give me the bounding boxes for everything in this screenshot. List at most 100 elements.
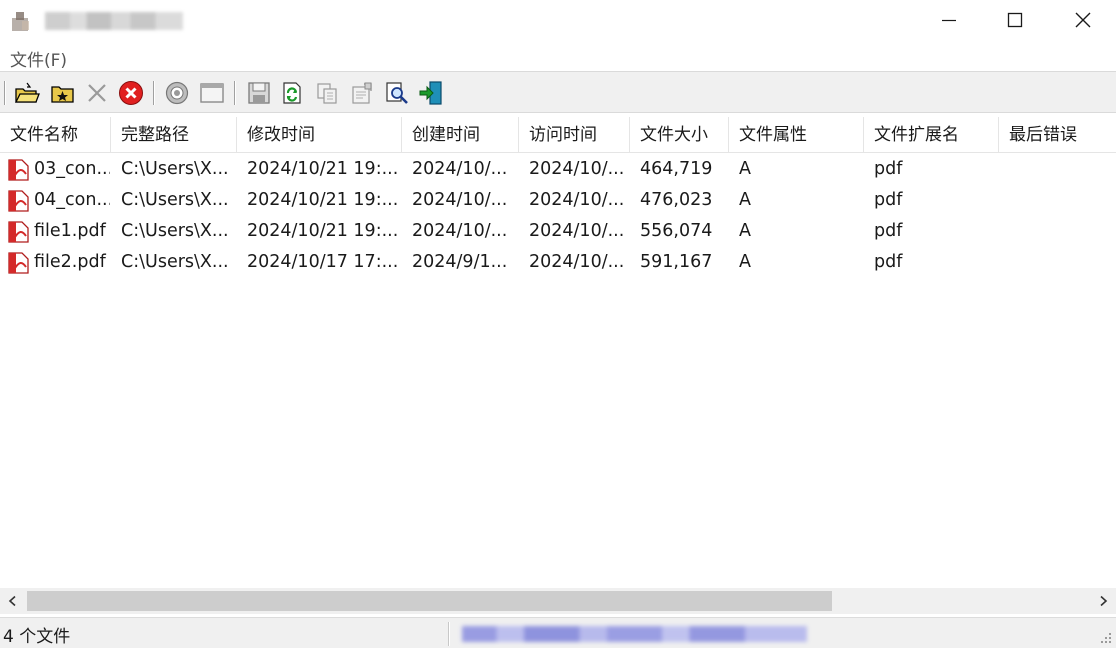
find-button[interactable] (384, 80, 410, 106)
window-title (45, 12, 183, 30)
cell-file-size: 556,074 (640, 221, 713, 241)
pdf-file-icon (8, 252, 29, 274)
find-icon (386, 82, 408, 104)
cell-file-extension: pdf (874, 221, 903, 241)
status-separator (448, 622, 450, 646)
cell-modified-time: 2024/10/21 19:... (247, 190, 399, 210)
chevron-left-icon (8, 595, 16, 607)
scroll-left-button[interactable] (0, 588, 26, 614)
cell-created-time: 2024/10/... (412, 221, 508, 241)
remove-button[interactable] (84, 80, 110, 106)
exit-button[interactable] (418, 80, 444, 106)
cell-file-attributes: A (739, 159, 751, 179)
exit-icon (419, 81, 442, 105)
cell-file-name: 03_con... (34, 159, 110, 179)
maximize-button[interactable] (982, 0, 1048, 40)
cell-full-path: C:\Users\X... (121, 252, 229, 272)
favorite-folder-button[interactable] (50, 80, 76, 106)
cell-file-attributes: A (739, 221, 751, 241)
cell-last-error (1009, 216, 1113, 247)
column-header-file-attributes[interactable]: 文件属性 (729, 117, 864, 153)
cell-file-attributes: A (739, 190, 751, 210)
status-link-redacted[interactable] (462, 626, 807, 642)
menu-file[interactable]: 文件(F) (10, 46, 67, 71)
cell-file-extension: pdf (874, 252, 903, 272)
toolbar-grip[interactable] (4, 81, 6, 105)
minimize-button[interactable] (916, 0, 982, 40)
properties-button[interactable] (349, 80, 375, 106)
scroll-thumb[interactable] (27, 591, 832, 611)
column-header-accessed-time[interactable]: 访问时间 (519, 117, 630, 153)
table-row[interactable]: file2.pdf C:\Users\X... 2024/10/17 17:..… (0, 247, 1116, 278)
options-button[interactable] (164, 80, 190, 106)
cell-accessed-time: 2024/10/... (529, 159, 625, 179)
cell-file-size: 476,023 (640, 190, 713, 210)
cell-file-name: file1.pdf (34, 221, 106, 241)
properties-icon (352, 82, 372, 104)
cell-last-error (1009, 154, 1113, 185)
table-row[interactable]: 04_con... C:\Users\X... 2024/10/21 19:..… (0, 185, 1116, 216)
cell-file-name: 04_con... (34, 190, 110, 210)
table-row[interactable]: 03_con... C:\Users\X... 2024/10/21 19:..… (0, 154, 1116, 185)
close-button[interactable] (1050, 0, 1116, 40)
minimize-icon (942, 19, 956, 22)
column-header-file-extension[interactable]: 文件扩展名 (864, 117, 999, 153)
cell-modified-time: 2024/10/21 19:... (247, 159, 399, 179)
table-row[interactable]: file1.pdf C:\Users\X... 2024/10/21 19:..… (0, 216, 1116, 247)
title-bar (0, 0, 1116, 40)
copy-button[interactable] (314, 80, 340, 106)
column-header-file-size[interactable]: 文件大小 (630, 117, 729, 153)
cell-created-time: 2024/9/1... (412, 252, 508, 272)
toolbar (0, 71, 1116, 113)
status-bar: 4 个文件 (0, 617, 1116, 648)
scroll-right-button[interactable] (1090, 588, 1116, 614)
horizontal-scrollbar[interactable] (0, 588, 1116, 614)
open-folder-icon (14, 82, 40, 103)
cell-full-path: C:\Users\X... (121, 190, 229, 210)
column-header-last-error[interactable]: 最后错误 (999, 117, 1116, 153)
options-icon (165, 81, 189, 105)
resize-grip-icon[interactable] (1100, 632, 1112, 644)
open-folder-button[interactable] (14, 80, 40, 106)
stop-icon (119, 81, 143, 105)
favorite-folder-icon (51, 86, 74, 103)
column-header-full-path[interactable]: 完整路径 (111, 117, 237, 153)
toolbar-separator (234, 81, 236, 105)
cell-file-size: 591,167 (640, 252, 713, 272)
save-button[interactable] (246, 80, 272, 106)
save-icon (248, 82, 270, 104)
pdf-file-icon (8, 221, 29, 243)
refresh-icon (283, 82, 301, 104)
cell-last-error (1009, 185, 1113, 216)
app-icon (8, 8, 34, 34)
maximize-icon (1007, 12, 1023, 28)
cell-file-attributes: A (739, 252, 751, 272)
pdf-file-icon (8, 159, 29, 181)
cell-created-time: 2024/10/... (412, 190, 508, 210)
refresh-button[interactable] (279, 80, 305, 106)
menu-bar: 文件(F) (0, 44, 1116, 71)
cell-file-extension: pdf (874, 159, 903, 179)
cell-created-time: 2024/10/... (412, 159, 508, 179)
cell-file-name: file2.pdf (34, 252, 106, 272)
close-icon (1075, 12, 1091, 28)
pdf-file-icon (8, 190, 29, 212)
stop-button[interactable] (118, 80, 144, 106)
window-button[interactable] (199, 80, 225, 106)
cell-full-path: C:\Users\X... (121, 159, 229, 179)
cell-modified-time: 2024/10/17 17:... (247, 252, 399, 272)
column-header-modified-time[interactable]: 修改时间 (237, 117, 402, 153)
remove-icon (88, 84, 106, 102)
cell-accessed-time: 2024/10/... (529, 252, 625, 272)
copy-icon (317, 83, 337, 104)
cell-accessed-time: 2024/10/... (529, 221, 625, 241)
cell-file-extension: pdf (874, 190, 903, 210)
cell-file-size: 464,719 (640, 159, 713, 179)
column-header-created-time[interactable]: 创建时间 (402, 117, 519, 153)
status-file-count: 4 个文件 (3, 627, 71, 647)
column-header-file-name[interactable]: 文件名称 (0, 117, 111, 153)
cell-last-error (1009, 247, 1113, 278)
cell-accessed-time: 2024/10/... (529, 190, 625, 210)
chevron-right-icon (1100, 595, 1108, 607)
cell-modified-time: 2024/10/21 19:... (247, 221, 399, 241)
